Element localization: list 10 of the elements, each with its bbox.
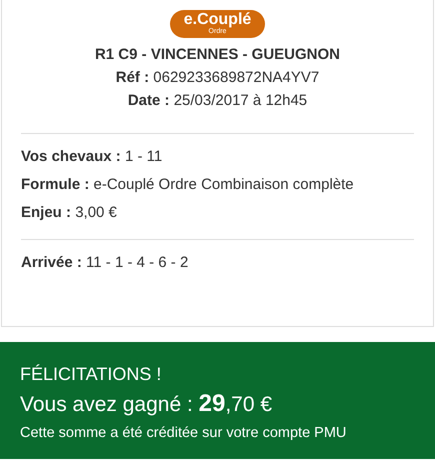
race-title: R1 C9 - VINCENNES - GUEUGNON	[94, 46, 340, 63]
banner-title: FÉLICITATIONS !	[20, 364, 162, 385]
detail-text: Arrivée : 11 - 1 - 4 - 6 - 2	[21, 254, 188, 271]
win-amount: Vous avez gagné : 29,70 €	[20, 390, 274, 418]
banner-note: Cette somme a été créditée sur votre compte PMU	[20, 425, 348, 441]
detail-text: Enjeu : 3,00 €	[21, 204, 118, 221]
detail-text: Vos chevaux : 1 - 11	[21, 148, 164, 165]
detail-text: Date : 25/03/2017 à 12h45	[128, 92, 308, 109]
detail-text: Réf : 0629233689872NA4YV7	[116, 69, 320, 86]
detail-text: Formule : e-Couplé Ordre Combinaison complète	[21, 176, 355, 193]
